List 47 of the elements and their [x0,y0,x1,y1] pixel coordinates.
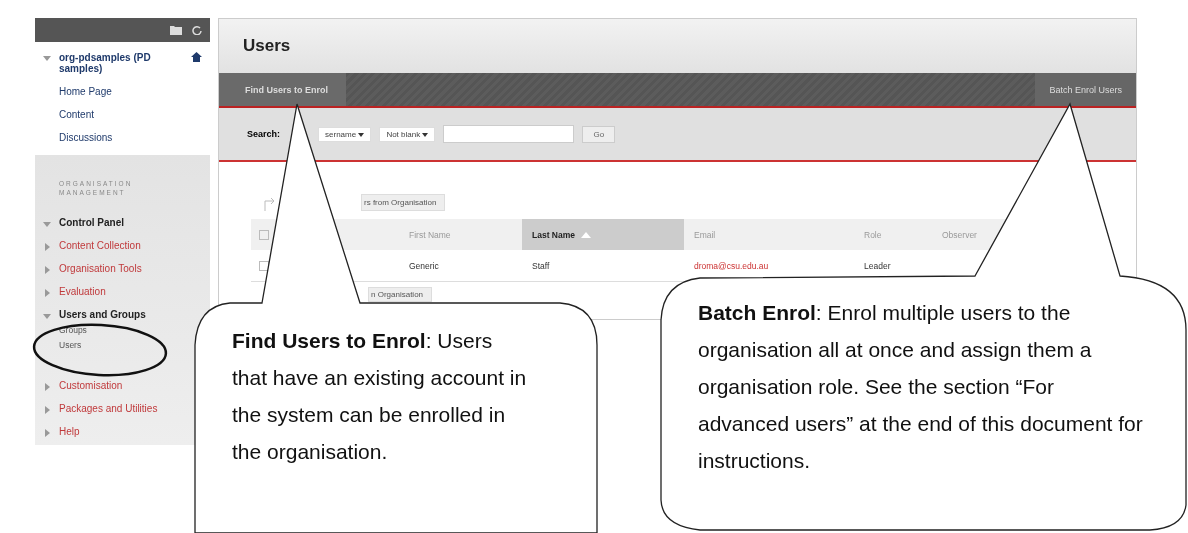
operator-dropdown[interactable]: Not blank [379,126,436,142]
remove-users-button[interactable]: rs from Organisation [361,194,446,211]
course-title[interactable]: org-pdsamples (PD samples) [59,52,183,74]
expand-arrow-icon[interactable] [43,242,51,251]
callout-text: Batch Enrol: Enrol multiple users to the organisation all at once and assign them a organisation role. See the section “For advanced users” at the end of this document for instructions. [698,300,1144,474]
caret-icon[interactable] [422,132,429,137]
callout-text: Find Users to Enrol: Users that have an existing account in the system can be enrolled in the organisation. [232,328,528,465]
search-label: Search: [247,129,281,139]
course-link[interactable]: Discussions [59,132,202,143]
table-cell-text: Generic [408,260,440,271]
expand-arrow-icon[interactable] [43,382,51,391]
table-cell-text: Staff [531,260,551,271]
column-header[interactable]: Last Name [522,219,684,250]
home-icon[interactable] [191,52,202,62]
menu-item[interactable]: Help [59,426,80,437]
refresh-icon[interactable] [192,25,202,35]
expand-arrow-icon[interactable] [43,405,51,414]
remove-users-button[interactable]: n Organisation [368,287,433,302]
menu-item[interactable]: Packages and Utilities [59,403,158,414]
arrow-icon [263,195,277,211]
expand-arrow-icon[interactable] [43,428,51,437]
expand-arrow-icon[interactable] [43,311,51,320]
table-cell-text: Leader [863,260,892,271]
search-field[interactable] [443,125,575,143]
menu-item[interactable]: Content Collection [59,240,141,251]
menu-item[interactable]: Organisation Tools [59,263,142,274]
batch-enrol-button[interactable]: Batch Enrol Users [1035,73,1136,106]
email-link[interactable]: droma@csu.edu.au [684,260,854,271]
expand-arrow-icon[interactable] [43,54,51,62]
tab[interactable]: Find Users to Enrol [219,73,346,106]
menu-item[interactable]: Users and Groups [59,309,146,320]
sort-arrow-icon[interactable] [581,231,591,238]
checkbox[interactable] [259,229,269,240]
course-link[interactable]: Home Page [59,86,202,97]
folder-icon[interactable] [170,25,182,35]
course-link[interactable]: Content [59,109,202,120]
expand-arrow-icon[interactable] [43,288,51,297]
submenu-item[interactable]: Users [59,340,82,350]
menu-item[interactable]: Customisation [59,380,123,391]
expand-arrow-icon[interactable] [43,219,51,228]
field-dropdown[interactable]: sername [318,126,372,142]
control-panel-heading[interactable]: Control Panel [59,217,124,228]
expand-arrow-icon[interactable] [43,265,51,274]
caret-icon[interactable] [358,132,365,137]
go-button[interactable]: Go [582,125,616,143]
menu-item[interactable]: Evaluation [59,286,106,297]
page-title: Users [243,36,291,56]
